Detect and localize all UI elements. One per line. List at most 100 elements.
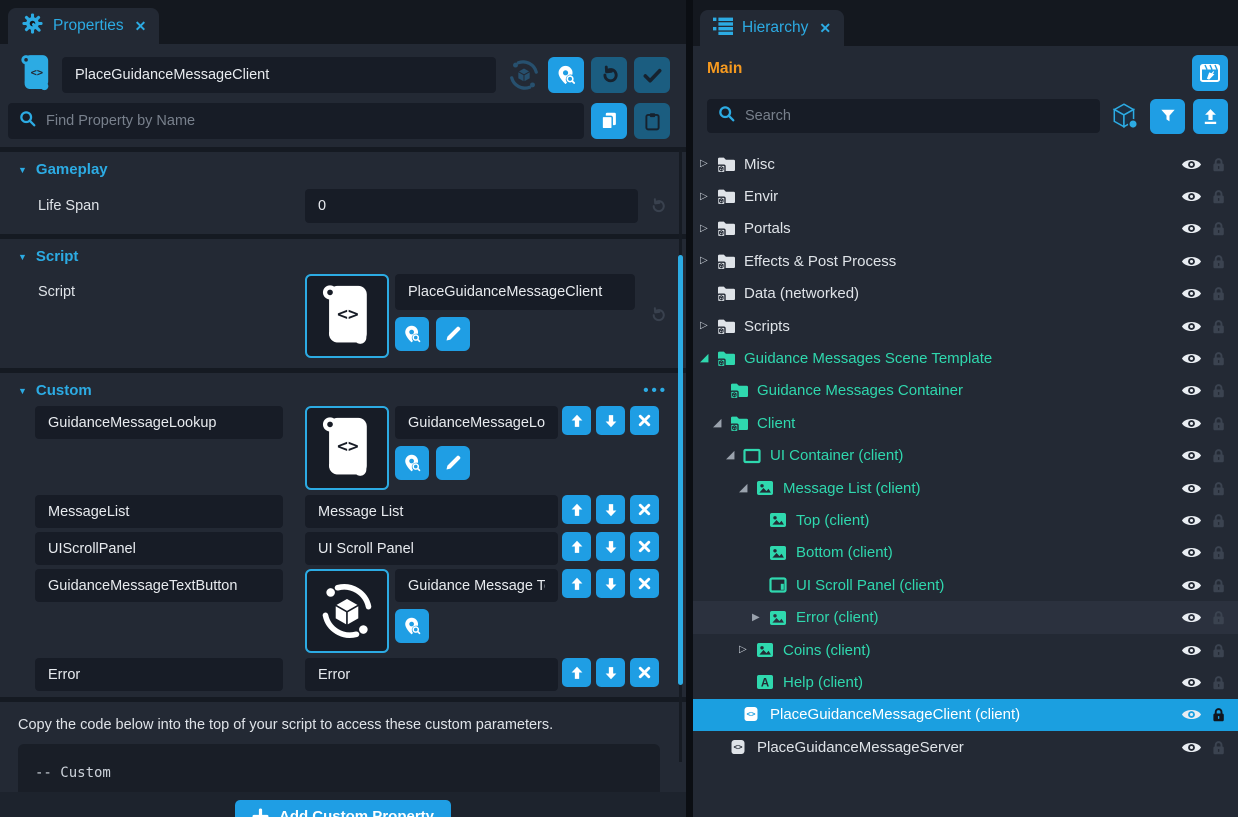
custom-name-field[interactable] [35, 658, 283, 691]
move-up-button[interactable] [562, 406, 591, 435]
visibility-eye-icon[interactable] [1181, 189, 1202, 204]
tree-row[interactable]: ◢ Client [693, 407, 1238, 439]
section-script[interactable]: ▼ Script [0, 239, 686, 270]
visibility-eye-icon[interactable] [1181, 643, 1202, 658]
lock-icon[interactable] [1212, 610, 1225, 625]
script-asset-thumbnail[interactable]: <> [305, 406, 389, 490]
tree-row[interactable]: Data (networked) [693, 278, 1238, 310]
custom-name-field[interactable] [35, 532, 283, 565]
more-options-icon[interactable]: ••• [643, 382, 668, 399]
group-select-cube-icon[interactable] [1108, 101, 1142, 131]
tree-row[interactable]: ▷ Envir [693, 180, 1238, 212]
undo-button[interactable] [591, 57, 627, 93]
custom-value-field[interactable] [305, 495, 558, 528]
visibility-eye-icon[interactable] [1181, 545, 1202, 560]
visibility-eye-icon[interactable] [1181, 286, 1202, 301]
lock-icon[interactable] [1212, 481, 1225, 496]
custom-value-field[interactable] [395, 406, 558, 439]
move-up-button[interactable] [562, 495, 591, 524]
close-icon[interactable]: ✕ [819, 20, 831, 37]
close-icon[interactable]: ✕ [135, 18, 147, 35]
visibility-eye-icon[interactable] [1181, 351, 1202, 366]
move-up-button[interactable] [562, 532, 591, 561]
lock-icon[interactable] [1212, 513, 1225, 528]
tree-row-selected[interactable]: PlaceGuidanceMessageClient (client) [693, 699, 1238, 731]
find-in-scene-button[interactable] [548, 57, 584, 93]
visibility-eye-icon[interactable] [1181, 448, 1202, 463]
edit-script-button[interactable] [436, 317, 470, 351]
section-custom[interactable]: ▼ Custom ••• [0, 373, 686, 404]
move-down-button[interactable] [596, 495, 625, 524]
lock-icon[interactable] [1212, 286, 1225, 301]
tree-row[interactable]: ▷ Scripts [693, 310, 1238, 342]
custom-name-field[interactable] [35, 495, 283, 528]
lock-icon[interactable] [1212, 416, 1225, 431]
custom-value-field[interactable] [305, 532, 558, 565]
move-up-button[interactable] [562, 658, 591, 687]
delete-property-button[interactable] [630, 495, 659, 524]
lock-icon[interactable] [1212, 319, 1225, 334]
custom-name-field[interactable] [35, 406, 283, 439]
hierarchy-search-input[interactable] [745, 108, 1089, 124]
move-down-button[interactable] [596, 658, 625, 687]
tree-row[interactable]: UI Scroll Panel (client) [693, 569, 1238, 601]
visibility-eye-icon[interactable] [1181, 383, 1202, 398]
move-down-button[interactable] [596, 532, 625, 561]
export-upload-button[interactable] [1193, 99, 1228, 134]
visibility-eye-icon[interactable] [1181, 513, 1202, 528]
delete-property-button[interactable] [630, 569, 659, 598]
edit-script-button[interactable] [436, 446, 470, 480]
tree-row[interactable]: ◢ Message List (client) [693, 472, 1238, 504]
reset-icon[interactable] [644, 306, 670, 325]
expand-arrow-icon[interactable]: ▷ [739, 645, 756, 655]
visibility-eye-icon[interactable] [1181, 254, 1202, 269]
expand-arrow-icon[interactable]: ▷ [700, 256, 717, 266]
lock-icon[interactable] [1212, 157, 1225, 172]
add-custom-property-button[interactable]: Add Custom Property [235, 800, 451, 817]
lock-icon[interactable] [1212, 707, 1225, 722]
scrollbar-thumb[interactable] [678, 255, 683, 685]
lock-icon[interactable] [1212, 383, 1225, 398]
collapse-arrow-icon[interactable]: ◢ [700, 353, 717, 364]
lock-icon[interactable] [1212, 545, 1225, 560]
tree-row[interactable]: Help (client) [693, 666, 1238, 698]
tree-row[interactable]: ▷ Portals [693, 213, 1238, 245]
move-down-button[interactable] [596, 569, 625, 598]
visibility-eye-icon[interactable] [1181, 578, 1202, 593]
object-name-field[interactable] [62, 57, 496, 93]
expand-arrow-icon[interactable]: ▷ [700, 192, 717, 202]
script-asset-name-field[interactable] [395, 274, 635, 310]
tree-row[interactable]: ▶ Error (client) [693, 601, 1238, 633]
lock-icon[interactable] [1212, 189, 1225, 204]
custom-value-field[interactable] [395, 569, 558, 602]
visibility-eye-icon[interactable] [1181, 416, 1202, 431]
move-down-button[interactable] [596, 406, 625, 435]
custom-code-block[interactable]: -- Custom [18, 744, 660, 792]
template-asset-thumbnail[interactable] [305, 569, 389, 653]
tree-row[interactable]: Guidance Messages Container [693, 375, 1238, 407]
collapse-arrow-icon[interactable]: ◢ [726, 450, 743, 461]
hierarchy-search[interactable] [707, 99, 1100, 133]
delete-property-button[interactable] [630, 532, 659, 561]
visibility-eye-icon[interactable] [1181, 221, 1202, 236]
custom-name-field[interactable] [35, 569, 283, 602]
delete-property-button[interactable] [630, 658, 659, 687]
tree-row[interactable]: ▷ Misc [693, 148, 1238, 180]
life-span-input[interactable] [305, 189, 638, 223]
reset-icon[interactable] [644, 197, 670, 216]
tree-row[interactable]: ▷ Coins (client) [693, 634, 1238, 666]
script-asset-thumbnail[interactable]: <> [305, 274, 389, 358]
lock-icon[interactable] [1212, 675, 1225, 690]
find-asset-button[interactable] [395, 609, 429, 643]
visibility-eye-icon[interactable] [1181, 675, 1202, 690]
visibility-eye-icon[interactable] [1181, 319, 1202, 334]
scene-settings-button[interactable] [1192, 55, 1228, 91]
section-gameplay[interactable]: ▼ Gameplay [0, 152, 686, 183]
lock-icon[interactable] [1212, 643, 1225, 658]
move-up-button[interactable] [562, 569, 591, 598]
visibility-eye-icon[interactable] [1181, 740, 1202, 755]
tree-row[interactable]: ▷ Effects & Post Process [693, 245, 1238, 277]
tree-row[interactable]: ◢ UI Container (client) [693, 440, 1238, 472]
lock-icon[interactable] [1212, 740, 1225, 755]
lock-icon[interactable] [1212, 351, 1225, 366]
